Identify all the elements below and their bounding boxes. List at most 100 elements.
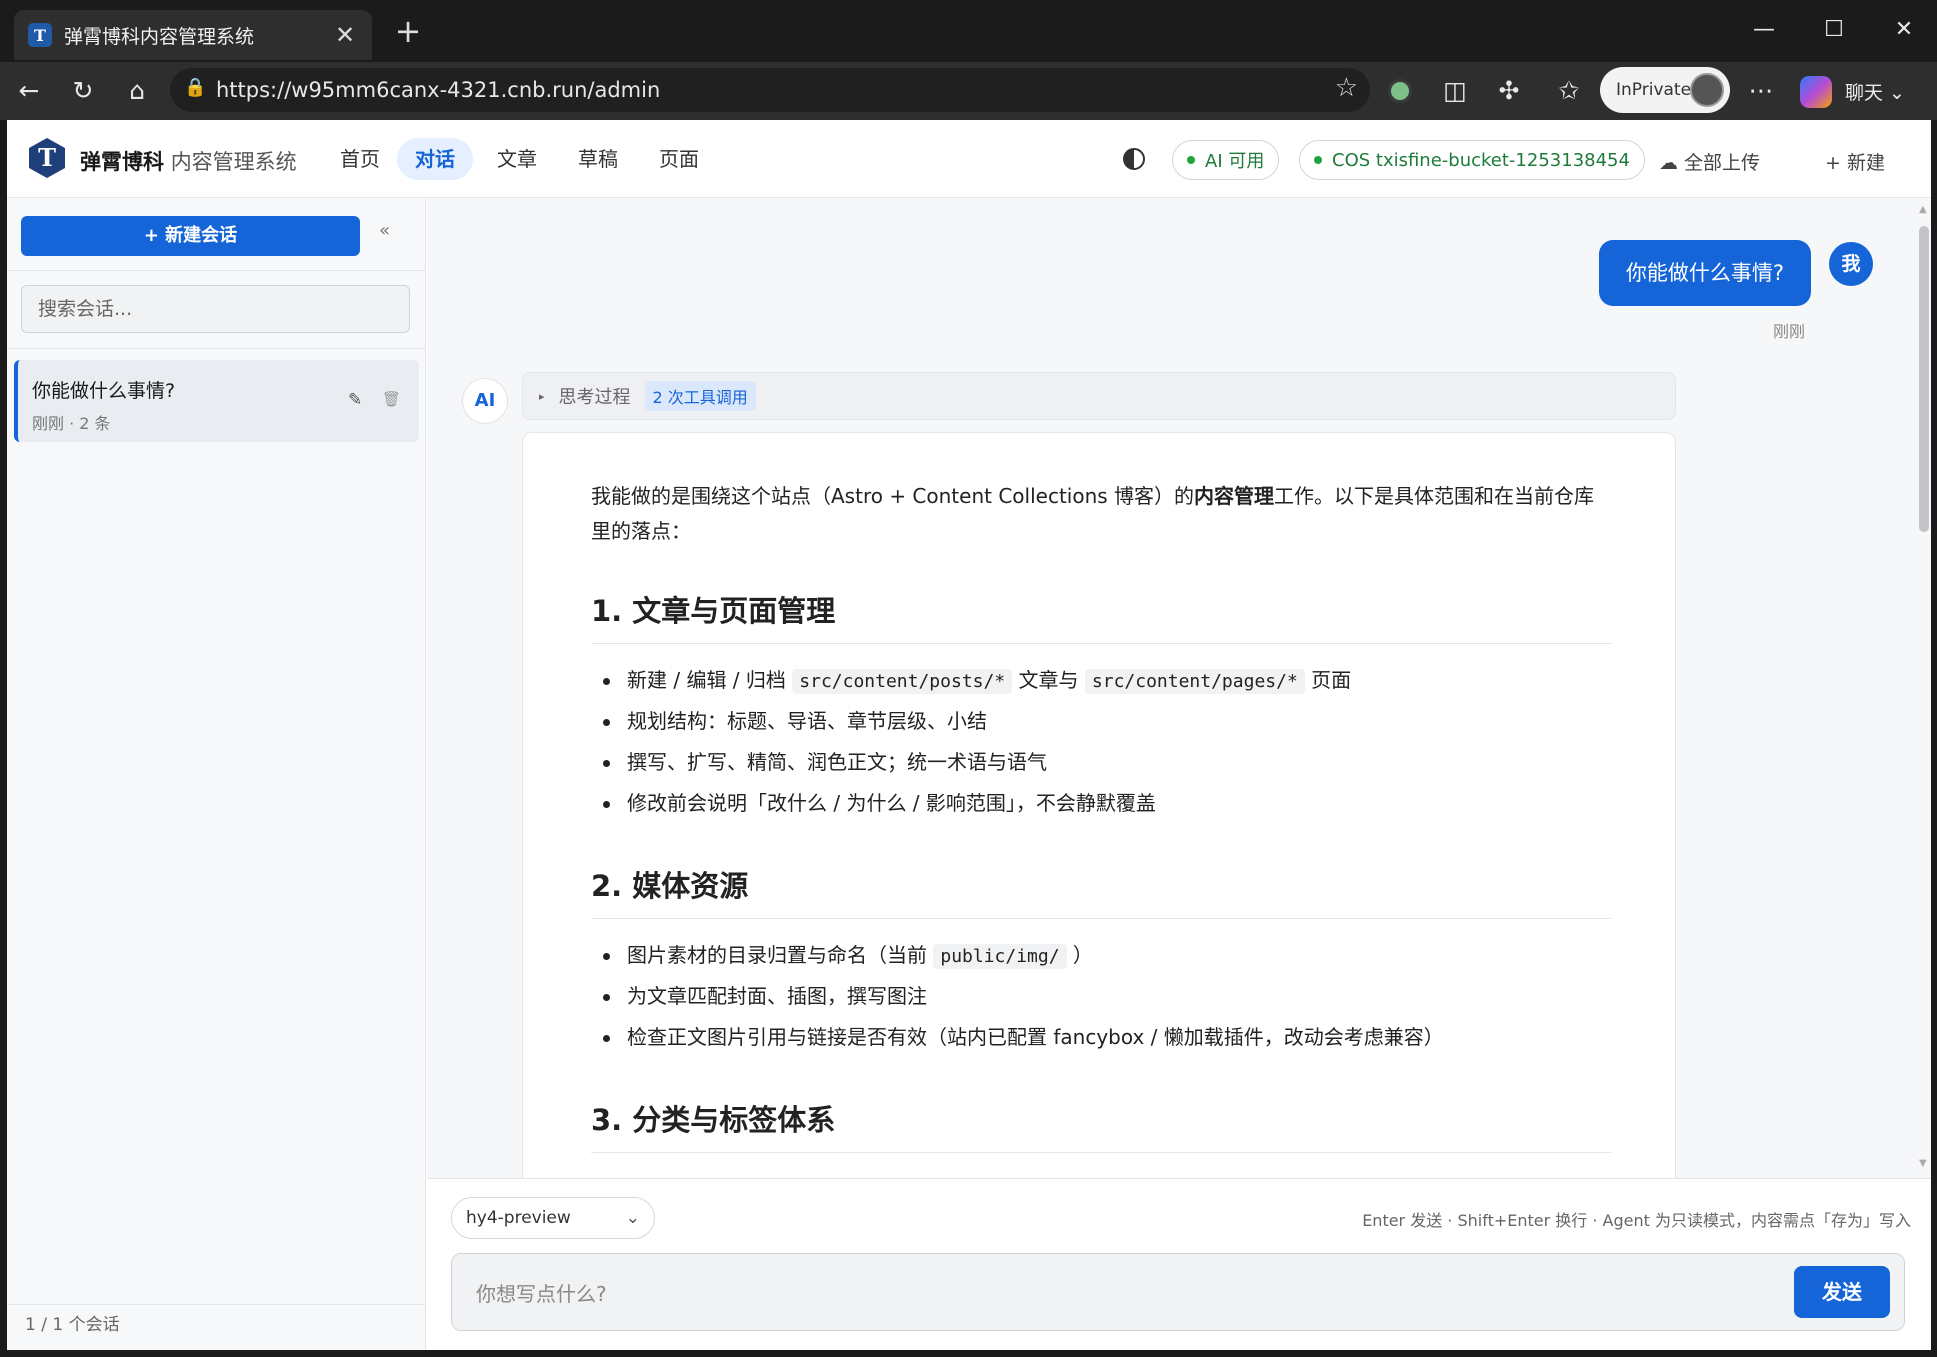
tab-favicon: T <box>28 23 52 47</box>
message-input[interactable]: 你想写点什么? 发送 <box>451 1253 1905 1331</box>
inline-code: public/img/ <box>933 944 1067 969</box>
url-text: https://w95mm6canx-4321.cnb.run/admin <box>216 78 661 102</box>
refresh-icon[interactable]: ↻ <box>64 72 102 110</box>
extensions-puzzle-icon[interactable]: ✣ <box>1490 72 1528 110</box>
theme-toggle-icon[interactable] <box>1123 148 1145 170</box>
close-tab-icon[interactable]: ✕ <box>332 21 358 49</box>
nav-posts[interactable]: 文章 <box>479 138 555 180</box>
extension-icon[interactable] <box>1388 79 1412 103</box>
item-text: 文章与 <box>1012 668 1085 692</box>
list-item: 修改前会说明「改什么 / 为什么 / 影响范围」，不会静默覆盖 <box>591 783 1611 824</box>
conversation-count: 1 / 1 个会话 <box>25 1315 120 1335</box>
search-input[interactable]: 搜索会话... <box>21 285 410 333</box>
send-button[interactable]: 发送 <box>1794 1266 1890 1318</box>
edit-icon[interactable]: ✎ <box>348 390 362 410</box>
scroll-up-icon[interactable]: ▲ <box>1919 204 1927 215</box>
divider <box>7 1304 426 1305</box>
maximize-icon[interactable]: ☐ <box>1814 10 1854 50</box>
cos-status-badge: COS txisfine-bucket-1253138454 <box>1299 140 1645 180</box>
plus-icon: + <box>1825 152 1841 174</box>
browser-toolbar: ← ↻ ⌂ 🔒 https://w95mm6canx-4321.cnb.run/… <box>0 62 1937 120</box>
brand-rest: 内容管理系统 <box>170 150 297 174</box>
upload-all-label: 全部上传 <box>1684 152 1761 174</box>
address-bar[interactable]: 🔒 https://w95mm6canx-4321.cnb.run/admin … <box>170 68 1370 112</box>
model-select[interactable]: hy4-preview ⌄ <box>451 1197 655 1239</box>
minimize-icon[interactable]: — <box>1744 10 1784 50</box>
logo-icon: T <box>29 138 65 178</box>
new-label: 新建 <box>1846 152 1885 174</box>
list-item: 撰写、扩写、精简、润色正文；统一术语与语气 <box>591 742 1611 783</box>
message-placeholder: 你想写点什么? <box>476 1282 607 1306</box>
nav-pages[interactable]: 页面 <box>641 138 717 180</box>
scrollbar-thumb[interactable] <box>1919 226 1929 532</box>
chat-scrollbar[interactable]: ▲ ▼ <box>1917 198 1931 1178</box>
list-item: 检查正文图片引用与链接是否有效（站内已配置 fancybox / 懒加载插件，改… <box>591 1017 1611 1058</box>
upload-all-button[interactable]: ☁ 全部上传 <box>1659 148 1760 175</box>
page-viewport: T 弹霄博科 内容管理系统 首页 对话 文章 草稿 页面 AI 可用 COS t… <box>7 120 1931 1350</box>
user-avatar: 我 <box>1829 242 1873 286</box>
back-icon[interactable]: ← <box>10 72 48 110</box>
lock-icon[interactable]: 🔒 <box>184 77 206 98</box>
thinking-label: 思考过程 <box>558 387 631 408</box>
status-dot-icon <box>1187 156 1195 164</box>
expand-triangle-icon: ▸ <box>539 389 545 403</box>
section-heading: 1. 文章与页面管理 <box>591 591 1611 644</box>
brand-bold: 弹霄博科 <box>80 150 164 174</box>
new-button[interactable]: + 新建 <box>1825 148 1885 175</box>
reading-view-icon[interactable]: ◫ <box>1436 72 1474 110</box>
profile-avatar <box>1690 73 1724 107</box>
inline-code: src/content/posts/* <box>792 669 1013 694</box>
nav-drafts[interactable]: 草稿 <box>560 138 636 180</box>
browser-window: T 弹霄博科内容管理系统 ✕ + — ☐ ✕ ← ↻ ⌂ 🔒 https://w… <box>0 0 1937 1357</box>
message-time: 刚刚 <box>1773 322 1806 341</box>
intro-bold: 内容管理 <box>1194 484 1275 508</box>
favorites-icon[interactable]: ✩ <box>1550 72 1588 110</box>
delete-icon[interactable]: 🗑 <box>382 390 401 408</box>
conversation-item[interactable]: 你能做什么事情? 刚刚 · 2 条 ✎ 🗑 <box>14 360 419 442</box>
chat-button[interactable]: 聊天 ⌄ <box>1845 78 1905 105</box>
new-chat-button[interactable]: + 新建会话 <box>21 216 360 256</box>
intro-text: 我能做的是围绕这个站点（Astro + Content Collections … <box>591 484 1195 508</box>
inline-code: src/content/pages/* <box>1084 669 1305 694</box>
inprivate-badge[interactable]: InPrivate <box>1600 67 1730 113</box>
sidebar: + 新建会话 « 搜索会话... 你能做什么事情? 刚刚 · 2 条 ✎ 🗑 1… <box>7 198 426 1350</box>
composer-hint: Enter 发送 · Shift+Enter 换行 · Agent 为只读模式，… <box>1362 1211 1911 1230</box>
copilot-icon[interactable] <box>1800 76 1832 108</box>
ai-status-text: AI 可用 <box>1205 151 1265 172</box>
ai-status-badge: AI 可用 <box>1172 140 1280 180</box>
divider <box>7 270 426 271</box>
ai-response-body: 我能做的是围绕这个站点（Astro + Content Collections … <box>591 479 1611 1169</box>
scroll-down-icon[interactable]: ▼ <box>1919 1158 1927 1169</box>
item-text: 新建 / 编辑 / 归档 <box>627 668 793 692</box>
conversation-title: 你能做什么事情? <box>32 380 176 402</box>
cos-status-text: COS txisfine-bucket-1253138454 <box>1332 149 1630 171</box>
item-text: 图片素材的目录归置与命名（当前 <box>627 943 934 967</box>
list-item: 为文章匹配封面、插图，撰写图注 <box>591 976 1611 1017</box>
chat-label: 聊天 <box>1845 82 1884 104</box>
app-header: T 弹霄博科 内容管理系统 首页 对话 文章 草稿 页面 AI 可用 COS t… <box>7 120 1931 198</box>
collapse-sidebar-icon[interactable]: « <box>379 220 390 241</box>
chevron-down-icon: ⌄ <box>625 1208 640 1228</box>
item-text: ） <box>1066 943 1093 967</box>
intro-paragraph: 我能做的是围绕这个站点（Astro + Content Collections … <box>591 479 1611 549</box>
section-heading: 3. 分类与标签体系 <box>591 1100 1611 1153</box>
list-item: 新建 / 编辑 / 归档 src/content/posts/* 文章与 src… <box>591 660 1611 701</box>
section-list: 新建 / 编辑 / 归档 src/content/posts/* 文章与 src… <box>591 660 1611 824</box>
section-list: 图片素材的目录归置与命名（当前 public/img/ ） 为文章匹配封面、插图… <box>591 935 1611 1058</box>
new-tab-icon[interactable]: + <box>390 14 426 50</box>
list-item: 图片素材的目录归置与命名（当前 public/img/ ） <box>591 935 1611 976</box>
brand-title: 弹霄博科 内容管理系统 <box>80 146 297 176</box>
composer: hy4-preview ⌄ Enter 发送 · Shift+Enter 换行 … <box>427 1178 1931 1350</box>
browser-tab[interactable]: T 弹霄博科内容管理系统 ✕ <box>14 10 372 60</box>
chat-panel: 你能做什么事情? 我 刚刚 AI ▸ 思考过程 2 次工具调用 我能做的是围绕这… <box>427 198 1931 1350</box>
tab-strip: T 弹霄博科内容管理系统 ✕ + — ☐ ✕ <box>0 0 1937 62</box>
window-close-icon[interactable]: ✕ <box>1884 10 1924 50</box>
cloud-icon: ☁ <box>1659 152 1678 174</box>
thinking-toggle[interactable]: ▸ 思考过程 2 次工具调用 <box>522 372 1676 420</box>
more-menu-icon[interactable]: ⋯ <box>1742 72 1780 110</box>
favorite-star-icon[interactable]: ☆ <box>1335 73 1358 103</box>
home-icon[interactable]: ⌂ <box>118 72 156 110</box>
section-heading: 2. 媒体资源 <box>591 866 1611 919</box>
nav-chat[interactable]: 对话 <box>397 138 473 180</box>
nav-home[interactable]: 首页 <box>322 138 398 180</box>
